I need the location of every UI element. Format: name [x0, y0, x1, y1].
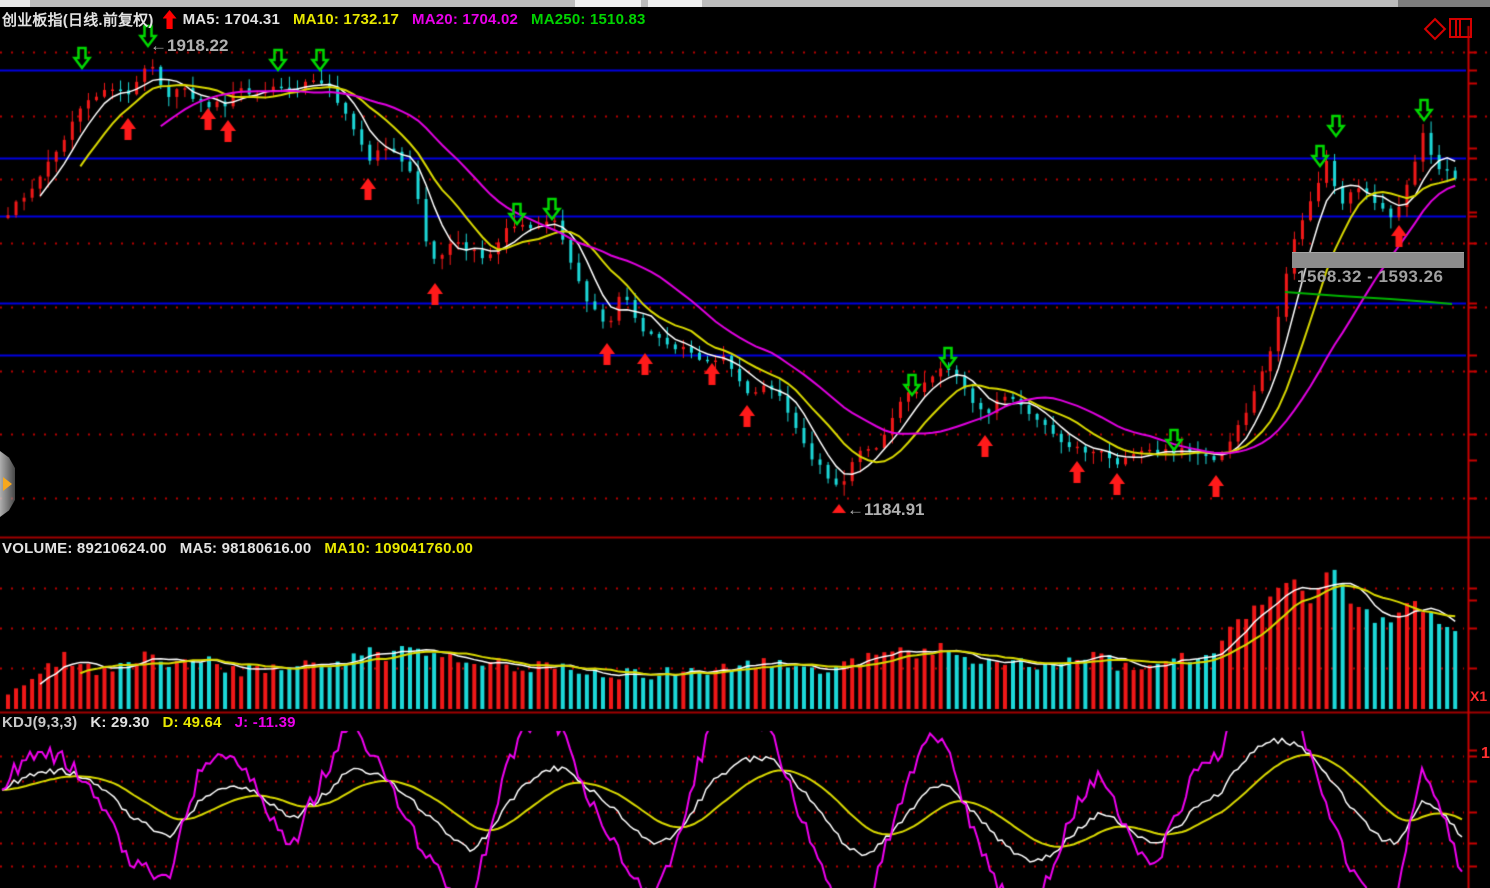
peak-price: 1918.22	[167, 36, 228, 55]
trading-app: { "main_header": { "title": "创业板指(日线.前复权…	[0, 0, 1490, 888]
ma5-value: MA5: 1704.31	[183, 11, 280, 28]
main-chart-header: 创业板指(日线.前复权) MA5: 1704.31 MA10: 1732.17 …	[2, 9, 659, 30]
kdj-header: KDJ(9,3,3) K: 29.30 D: 49.64 J: -11.39	[2, 714, 309, 731]
strip-segment	[648, 0, 702, 7]
peak-arrow: ←	[150, 36, 167, 55]
strip-segment	[575, 0, 641, 7]
peak-annotation: ←1918.22	[150, 36, 228, 56]
trough-price: 1184.91	[864, 500, 925, 519]
volume-header: VOLUME: 89210624.00 MA5: 98180616.00 MA1…	[2, 540, 486, 557]
ma20-value: MA20: 1704.02	[412, 11, 518, 28]
trough-arrow: ←	[847, 500, 864, 519]
up-arrow-icon	[163, 10, 177, 29]
kdj-d-value: D: 49.64	[163, 714, 222, 731]
strip-segment	[0, 0, 30, 7]
symbol-title: 创业板指(日线.前复权)	[2, 9, 154, 30]
chart-canvas[interactable]	[0, 0, 1490, 888]
volume-value: VOLUME: 89210624.00	[2, 540, 167, 557]
kdj-j-value: J: -11.39	[235, 714, 296, 731]
ma10-value: MA10: 1732.17	[293, 11, 399, 28]
split-window-icon[interactable]	[1449, 18, 1472, 38]
kdj-name: KDJ(9,3,3)	[2, 714, 77, 731]
kdj-k-value: K: 29.30	[90, 714, 149, 731]
right-axis-label: 1	[1481, 745, 1490, 763]
selection-range-text: 1568.32 - 1593.26	[1297, 267, 1444, 287]
ma250-value: MA250: 1510.83	[531, 11, 646, 28]
trough-annotation: ←1184.91	[847, 500, 925, 520]
volume-ma5-value: MA5: 98180616.00	[180, 540, 312, 557]
window-top-strip	[0, 0, 1490, 7]
expand-arrow-icon	[3, 477, 12, 491]
x-scale-label: X1	[1470, 688, 1487, 704]
volume-ma10-value: MA10: 109041760.00	[324, 540, 473, 557]
selection-band	[1292, 252, 1464, 268]
strip-segment	[1398, 0, 1490, 7]
